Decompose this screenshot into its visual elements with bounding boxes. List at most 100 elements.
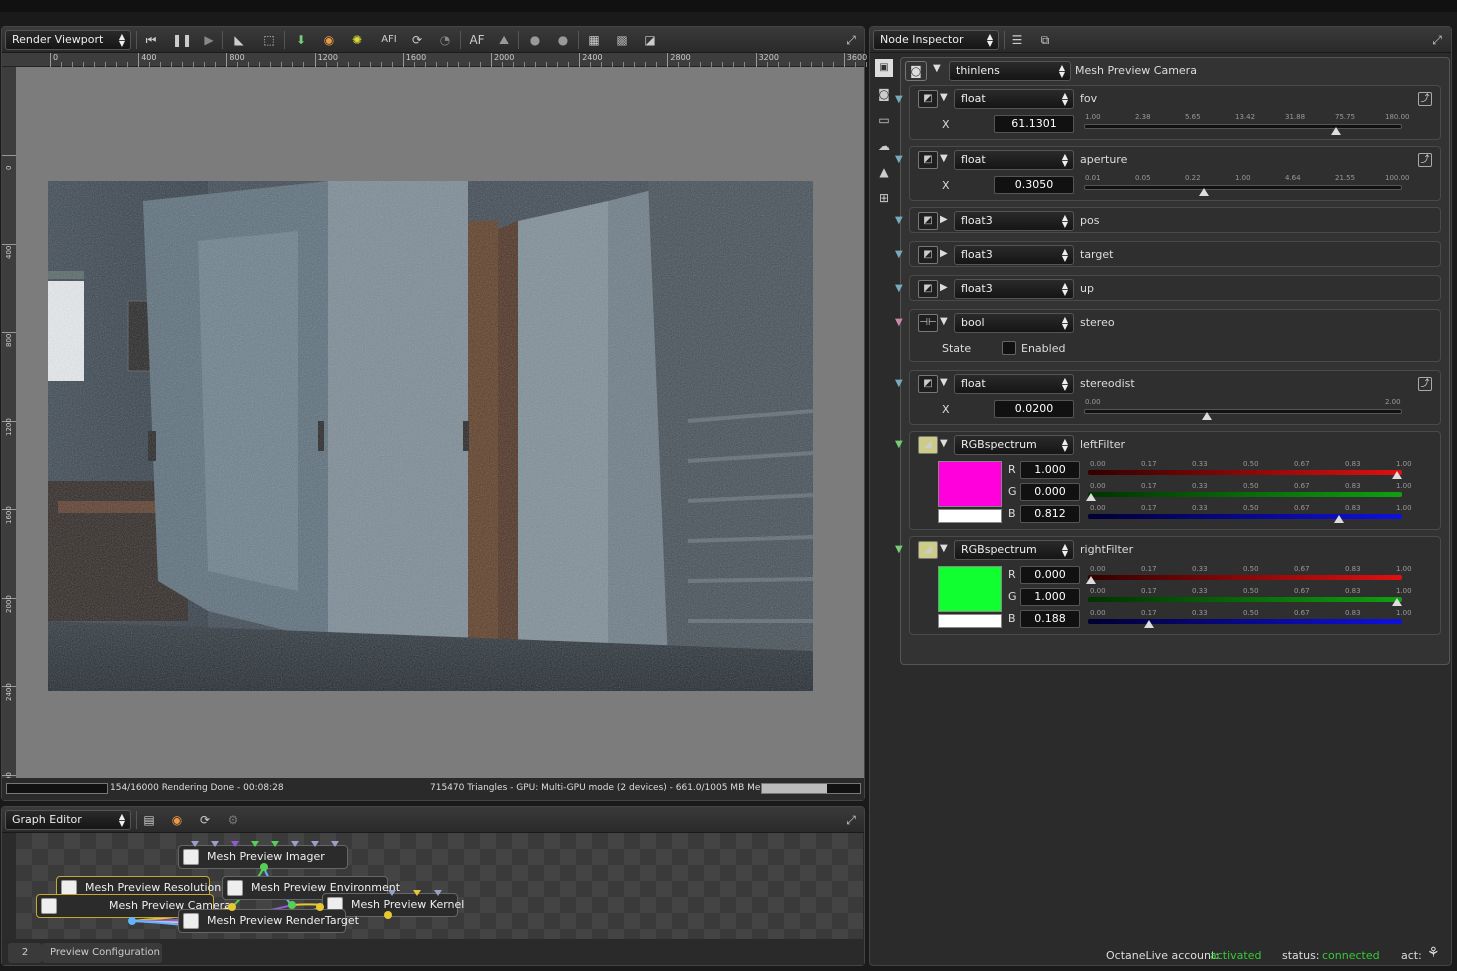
curve-icon[interactable]: ⤴ [1418,153,1432,167]
environment-icon[interactable]: ☁ [875,137,893,155]
pin-triangle-icon[interactable]: ▼ [895,439,903,450]
skip-start-icon[interactable]: ⏮ [142,31,160,49]
resolution-icon[interactable]: ▭ [875,111,893,129]
collapse-triangle-icon[interactable]: ▼ [940,377,948,388]
collapse-triangle-icon[interactable]: ▼ [933,63,941,74]
expand-all-icon[interactable]: ⧉ [1036,31,1054,49]
graph-tab-preview-config[interactable]: Preview Configuration [42,943,162,963]
play-icon[interactable]: ▶ [200,31,218,49]
autofocus-pick-icon[interactable]: AFI [380,31,398,49]
slider-thumb[interactable] [1202,412,1213,420]
expand-triangle-icon[interactable]: ▶ [940,248,948,259]
white-balance-icon[interactable]: ◔ [436,31,454,49]
render-canvas[interactable] [16,67,864,778]
collapse-triangle-icon[interactable]: ▼ [940,543,948,554]
channel-slider[interactable] [1088,470,1402,475]
output-pin[interactable] [288,901,296,909]
slider-thumb[interactable] [1198,188,1209,196]
channel-slider[interactable] [1088,514,1402,519]
slider-thumb[interactable] [1392,598,1402,606]
output-pin[interactable] [260,863,268,871]
inspector-panel-select[interactable]: Node Inspector ▲ ▼ [873,30,999,50]
input-pin[interactable] [311,841,319,847]
light-pick-icon[interactable]: ✺ [348,31,366,49]
stereo-enabled-checkbox[interactable] [1002,341,1016,355]
channel-value-field[interactable]: 1.000 [1020,461,1080,479]
channel-slider[interactable] [1088,597,1402,602]
input-pin[interactable] [413,890,421,896]
input-pin[interactable] [271,841,279,847]
channel-value-field[interactable]: 0.812 [1020,505,1080,523]
aperture-type-select[interactable]: float ▲ ▼ [954,150,1074,170]
input-pin[interactable] [434,890,442,896]
input-pin[interactable] [291,841,299,847]
curve-icon[interactable]: ⤴ [1418,92,1432,106]
input-pin[interactable] [251,841,259,847]
rightfilter-white-swatch[interactable] [938,614,1002,628]
leftfilter-color-swatch[interactable] [938,461,1002,507]
checker-icon[interactable]: ▩ [613,31,631,49]
reset-camera-icon[interactable]: ⟳ [408,31,426,49]
channel-slider[interactable] [1088,575,1402,580]
fov-slider[interactable]: 1.00 2.38 5.65 13.42 31.88 75.75 180.00 [1084,113,1410,135]
channel-value-field[interactable]: 0.188 [1020,610,1080,628]
pick-focus-icon[interactable]: ◣ [230,31,248,49]
collapse-triangle-icon[interactable]: ▼ [940,92,948,103]
camera-icon[interactable]: ◙ [875,85,893,103]
graph-disabled-icon[interactable]: ⚙ [224,811,242,829]
input-pin[interactable] [231,841,239,847]
sphere2-icon[interactable]: ● [554,31,572,49]
slider-thumb[interactable] [1392,471,1402,479]
collapse-triangle-icon[interactable]: ▼ [940,438,948,449]
slider-thumb[interactable] [1333,515,1344,523]
channel-value-field[interactable]: 1.000 [1020,588,1080,606]
channel-slider[interactable] [1088,619,1402,624]
curve-icon[interactable]: ⤴ [1418,377,1432,391]
fov-value-field[interactable]: 61.1301 [994,115,1074,133]
channel-slider[interactable] [1088,492,1402,497]
stereo-type-select[interactable]: bool ▲ ▼ [954,313,1074,333]
rightfilter-color-swatch[interactable] [938,566,1002,612]
input-pin[interactable] [211,841,219,847]
pin-triangle-icon[interactable]: ▼ [895,378,903,389]
target-type-select[interactable]: float3 ▲ ▼ [954,245,1074,265]
stereodist-type-select[interactable]: float ▲ ▼ [954,374,1074,394]
aperture-slider[interactable]: 0.01 0.05 0.22 1.00 4.64 21.55 100.00 [1084,174,1410,196]
material-pick-icon[interactable]: ◉ [320,31,338,49]
pin-triangle-icon[interactable]: ▼ [895,544,903,555]
fullscreen-icon[interactable]: ⤢ [842,31,860,49]
sphere-icon[interactable]: ● [526,31,544,49]
input-pin[interactable] [388,890,396,896]
pin-triangle-icon[interactable]: ▼ [895,283,903,294]
graph-node-rendertarget[interactable]: Mesh Preview RenderTarget [178,909,359,933]
input-pin[interactable] [331,841,339,847]
export-icon[interactable]: ⬇ [292,31,310,49]
leftfilter-white-swatch[interactable] [938,509,1002,523]
output-pin[interactable] [384,911,392,919]
input-pin[interactable] [191,841,199,847]
output-pin[interactable] [128,917,136,925]
expand-triangle-icon[interactable]: ▶ [940,214,948,225]
channel-value-field[interactable]: 0.000 [1020,483,1080,501]
output-pin[interactable] [228,903,236,911]
rightfilter-type-select[interactable]: RGBspectrum ▲ ▼ [954,540,1074,560]
channel-value-field[interactable]: 0.000 [1020,566,1080,584]
node-type-select[interactable]: thinlens ▲ ▼ [949,61,1071,81]
pin-triangle-icon[interactable]: ▼ [895,94,903,105]
node-graph-canvas[interactable]: Mesh Preview Imager Mesh Preview Resolut… [16,833,863,939]
image-icon[interactable]: ▲ [875,163,893,181]
pause-icon[interactable]: ❚❚ [172,31,192,49]
region-icon[interactable]: ⬚ [260,31,278,49]
graph-material-icon[interactable]: ◉ [168,811,186,829]
pin-triangle-icon[interactable]: ▼ [895,215,903,226]
clay-icon[interactable]: ⛰ [495,31,513,49]
viewport-panel-select[interactable]: Render Viewport ▲ ▼ [5,30,131,50]
pos-type-select[interactable]: float3 ▲ ▼ [954,211,1074,231]
expand-triangle-icon[interactable]: ▶ [940,282,948,293]
leftfilter-type-select[interactable]: RGBspectrum ▲ ▼ [954,435,1074,455]
slider-thumb[interactable] [1144,620,1155,628]
af-icon[interactable]: AF [467,31,487,49]
output-pin[interactable] [316,903,324,911]
collapse-triangle-icon[interactable]: ▼ [940,153,948,164]
graph-tab-number[interactable]: 2 [8,943,42,963]
